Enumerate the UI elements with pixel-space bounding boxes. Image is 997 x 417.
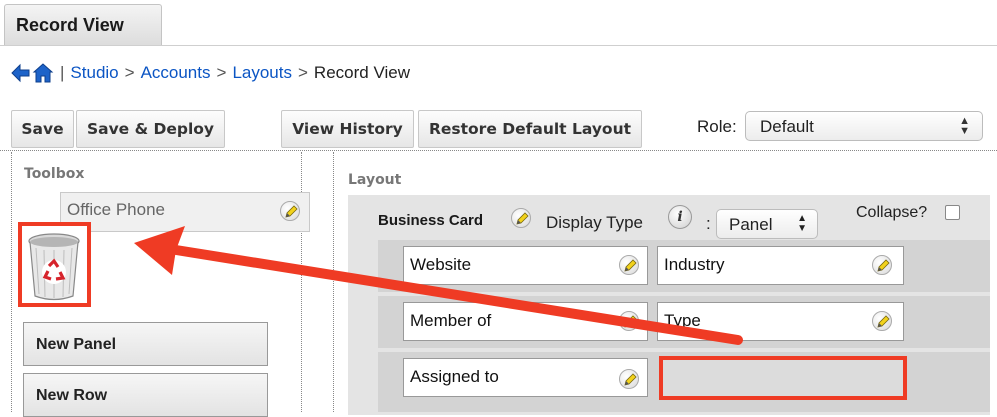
tab-divider [0,45,997,46]
breadcrumb-current: Record View [313,63,410,82]
role-select-value: Default [760,117,814,136]
toolbox-new-panel[interactable]: New Panel [23,322,268,366]
layout-field-website[interactable]: Website [403,246,648,285]
breadcrumb-accounts-link[interactable]: Accounts [141,63,211,83]
field-label: Assigned to [410,367,499,386]
select-arrows-icon: ▲ ▼ [797,213,807,234]
home-icon[interactable] [32,62,54,84]
pencil-icon[interactable] [619,255,639,275]
field-label: Industry [664,255,725,274]
restore-default-layout-button[interactable]: Restore Default Layout [418,110,642,148]
toolbox-field-office-phone[interactable]: Office Phone [60,192,310,232]
breadcrumb-separator: > [297,63,308,82]
layout-field-type[interactable]: Type [657,302,904,341]
collapse-label: Collapse? [856,204,928,221]
field-label: Member of [410,311,492,330]
view-history-button[interactable]: View History [281,110,414,148]
field-label: Website [410,255,472,274]
display-type-value: Panel [729,215,773,234]
pencil-icon[interactable] [280,201,300,221]
tab-record-view[interactable]: Record View [4,4,162,46]
layout-field-assigned-to[interactable]: Assigned to [403,358,648,397]
layout-field-member-of[interactable]: Member of [403,302,648,341]
trash-can-icon [22,233,87,307]
display-type-select[interactable]: Panel ▲ ▼ [716,209,818,239]
role-select[interactable]: Default ▲ ▼ [745,111,983,141]
pencil-icon[interactable] [619,369,639,389]
breadcrumb: | Studio > Accounts > Layouts > Record V… [10,58,410,88]
display-type-label: Display Type [546,213,644,232]
panel-name: Business Card [378,212,484,229]
breadcrumb-layouts-link[interactable]: Layouts [232,63,292,83]
trash-drop-target[interactable] [18,222,91,307]
pencil-icon[interactable] [511,208,531,228]
layout-title: Layout [348,172,402,188]
breadcrumb-separator: > [216,63,227,82]
breadcrumb-pipe: | [60,63,65,82]
layout-field-empty-slot[interactable] [659,356,907,400]
toolbox-new-row[interactable]: New Row [23,373,268,417]
pencil-icon[interactable] [619,311,639,331]
pencil-icon[interactable] [872,255,892,275]
field-label: Type [664,311,701,330]
role-label: Role: [697,117,737,136]
back-arrow-icon[interactable] [10,62,30,84]
breadcrumb-separator: > [124,63,135,82]
toolbox-title: Toolbox [24,166,85,182]
pencil-icon[interactable] [872,311,892,331]
save-deploy-button[interactable]: Save & Deploy [76,110,225,148]
field-label: Office Phone [67,200,165,219]
layout-field-industry[interactable]: Industry [657,246,904,285]
select-arrows-icon: ▲ ▼ [959,115,970,137]
info-icon[interactable]: i [668,205,692,229]
save-button[interactable]: Save [11,110,74,148]
toolbar-divider [0,150,997,151]
display-type-colon: : [706,214,711,233]
breadcrumb-studio-link[interactable]: Studio [70,63,118,83]
collapse-checkbox[interactable] [945,205,960,220]
